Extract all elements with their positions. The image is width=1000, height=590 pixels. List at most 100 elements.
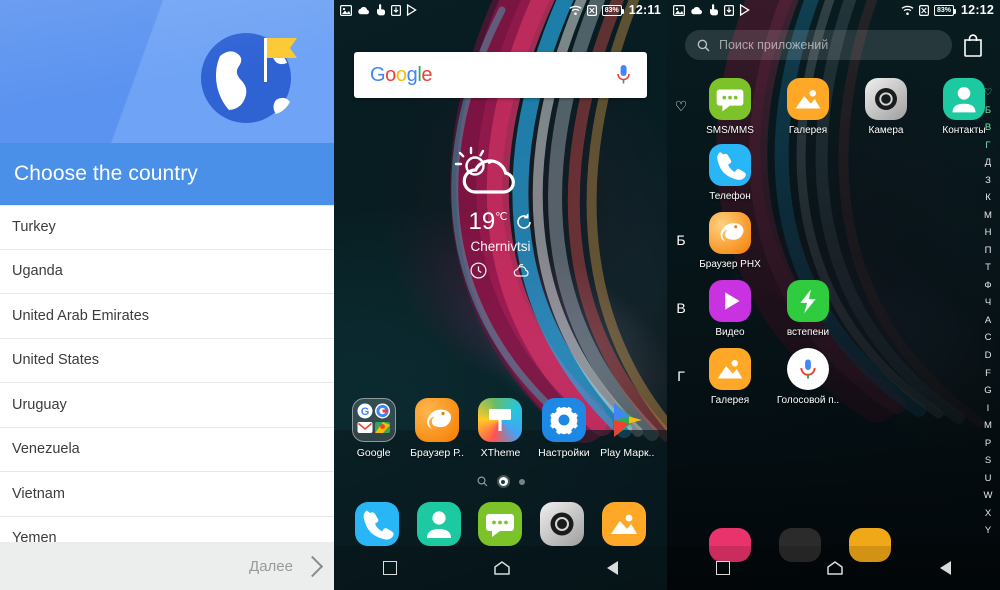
alpha-index-letter[interactable]: Д [985, 154, 991, 172]
section-letter: В [676, 300, 686, 316]
list-item[interactable]: United Arab Emirates [0, 294, 334, 339]
sun-behind-cloud-icon [454, 146, 515, 194]
app-play-store[interactable]: Play Марк.. [598, 398, 656, 459]
list-item[interactable]: Venezuela [0, 428, 334, 472]
alpha-index-letter[interactable]: D [985, 347, 992, 365]
alpha-index-letter[interactable]: A [985, 312, 991, 330]
app-gallery[interactable]: Галерея [773, 78, 843, 136]
alpha-index-letter[interactable]: Б [985, 102, 991, 120]
next-button-label: Далее [249, 557, 293, 575]
voice-search-icon [787, 348, 829, 390]
weather-widget[interactable]: 19℃ Chernivtsi [334, 142, 667, 279]
microphone-icon[interactable] [616, 64, 631, 86]
alpha-index-letter[interactable]: Н [985, 224, 992, 242]
app-gallery-g[interactable]: Галерея [695, 348, 765, 406]
app-partial-1[interactable] [695, 528, 765, 562]
screenshot-icon [340, 4, 352, 16]
list-item[interactable]: United States [0, 339, 334, 383]
country-list[interactable]: Turkey Uganda United Arab Emirates Unite… [0, 205, 334, 561]
list-item[interactable]: Uruguay [0, 383, 334, 428]
page-indicator[interactable] [334, 476, 667, 487]
shopping-bag-icon[interactable] [962, 33, 984, 57]
app-google[interactable]: G Google [345, 398, 403, 459]
page-dot[interactable] [518, 478, 525, 485]
drawer-section-g: Г Галерея Голосовой п.. [667, 348, 978, 406]
camera-icon[interactable] [540, 502, 585, 546]
alpha-index-letter[interactable]: ♡ [984, 84, 993, 102]
cloud-icon [358, 6, 370, 14]
app-xtheme[interactable]: XTheme [471, 398, 529, 459]
alpha-index-letter[interactable]: F [985, 365, 991, 383]
alpha-index-letter[interactable]: Г [985, 137, 990, 155]
alpha-index-letter[interactable]: Т [985, 259, 991, 277]
alpha-index-letter[interactable]: В [985, 119, 991, 137]
gallery-icon[interactable] [602, 502, 647, 546]
app-sms-mms[interactable]: SMS/MMS [695, 78, 765, 136]
app-vstepeni[interactable]: встепени [773, 280, 843, 338]
back-icon[interactable] [940, 561, 952, 575]
app-video[interactable]: Видео [695, 280, 765, 338]
chevron-right-icon [301, 555, 324, 577]
refresh-icon[interactable] [515, 213, 533, 231]
home-icon[interactable] [827, 561, 843, 575]
cloud-icon[interactable] [513, 262, 532, 279]
alpha-index-letter[interactable]: К [985, 189, 991, 207]
search-icon[interactable] [476, 476, 488, 487]
phone-icon [709, 144, 751, 186]
drawer-section-favorites-row2: Телефон [667, 144, 978, 202]
alpha-index-letter[interactable]: G [984, 382, 991, 400]
list-item[interactable]: Turkey [0, 205, 334, 250]
alpha-index-letter[interactable]: C [985, 329, 992, 347]
search-input[interactable]: Поиск приложений [685, 30, 952, 60]
app-phone[interactable]: Телефон [695, 144, 765, 202]
phoenix-browser-icon [709, 212, 751, 254]
app-label: Галерея [788, 125, 828, 136]
list-item[interactable]: Uganda [0, 250, 334, 294]
google-search-widget[interactable]: Google [354, 52, 647, 98]
alpha-index-letter[interactable]: Ч [985, 294, 991, 312]
recents-square-icon[interactable] [715, 561, 730, 575]
back-icon[interactable] [607, 561, 619, 575]
alpha-index-letter[interactable]: З [985, 172, 991, 190]
alpha-index-letter[interactable]: U [985, 470, 992, 488]
status-clock: 12:12 [961, 3, 994, 17]
app-voice-search[interactable]: Голосовой п.. [773, 348, 843, 406]
alpha-index-letter[interactable]: S [985, 452, 991, 470]
search-placeholder: Поиск приложений [719, 38, 829, 52]
alpha-index-letter[interactable]: X [985, 505, 991, 523]
alpha-index-letter[interactable]: M [984, 417, 992, 435]
camera-icon [865, 78, 907, 120]
clock-icon[interactable] [469, 262, 487, 279]
alpha-index-letter[interactable]: P [985, 435, 991, 453]
homescreen-app-row: G Google Браузер Р.. XTheme Настройки Pl… [334, 398, 667, 459]
alphabet-index-scrollbar[interactable]: ♡ Б В Г Д З К М Н П Т Ф Ч A C D F G I M P S U W X Y [978, 84, 998, 540]
drawer-section-b: Б Браузер PHX [667, 212, 978, 270]
list-item[interactable]: Vietnam [0, 472, 334, 517]
alpha-index-letter[interactable]: Ф [984, 277, 991, 295]
alpha-index-letter[interactable]: I [987, 400, 990, 418]
app-settings[interactable]: Настройки [535, 398, 593, 459]
app-label: Google [356, 447, 391, 459]
alpha-index-letter[interactable]: W [984, 487, 993, 505]
alpha-index-letter[interactable]: М [984, 207, 992, 225]
play-store-icon [605, 398, 649, 442]
contacts-icon[interactable] [416, 502, 461, 546]
app-camera[interactable]: Камера [851, 78, 921, 136]
recents-square-icon[interactable] [382, 561, 397, 575]
home-icon[interactable] [494, 561, 510, 575]
app-partial-2[interactable] [765, 528, 835, 562]
section-letter: Б [676, 232, 686, 248]
next-button[interactable]: Далее [0, 542, 334, 590]
app-phx-browser[interactable]: Браузер PHX [695, 212, 765, 270]
message-icon[interactable] [478, 502, 523, 546]
alpha-index-letter[interactable]: П [985, 242, 992, 260]
app-browser[interactable]: Браузер Р.. [408, 398, 466, 459]
page-dot-active[interactable] [498, 477, 508, 486]
wifi-icon [901, 5, 914, 15]
phone-icon[interactable] [354, 502, 399, 546]
xtheme-icon [478, 398, 523, 442]
app-label: XTheme [480, 447, 521, 459]
screenshot-icon [673, 4, 685, 16]
alpha-index-letter[interactable]: Y [985, 522, 991, 540]
app-partial-3[interactable] [835, 528, 905, 562]
